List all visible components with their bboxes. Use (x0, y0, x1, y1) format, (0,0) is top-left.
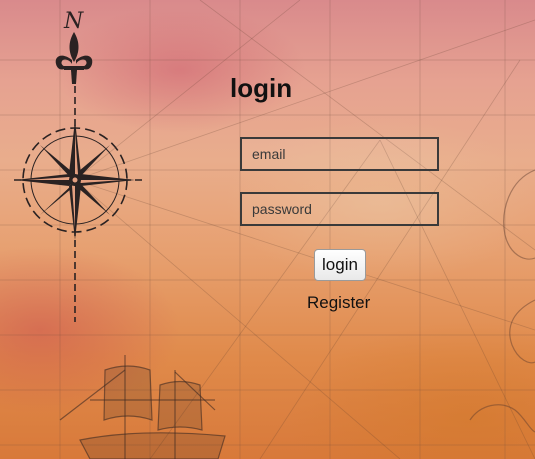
compass-rose-icon: N (14, 9, 145, 322)
login-title: login (230, 73, 293, 103)
password-field[interactable] (240, 192, 439, 226)
email-field[interactable] (240, 137, 439, 171)
register-link[interactable]: Register (307, 293, 370, 313)
compass-north-letter: N (63, 9, 84, 34)
antique-map-background: N (0, 0, 535, 459)
login-page: N login email login Register (0, 0, 535, 459)
ship-icon (59, 355, 226, 459)
fleur-de-lis-icon (55, 32, 93, 84)
login-button[interactable]: login (314, 249, 366, 281)
